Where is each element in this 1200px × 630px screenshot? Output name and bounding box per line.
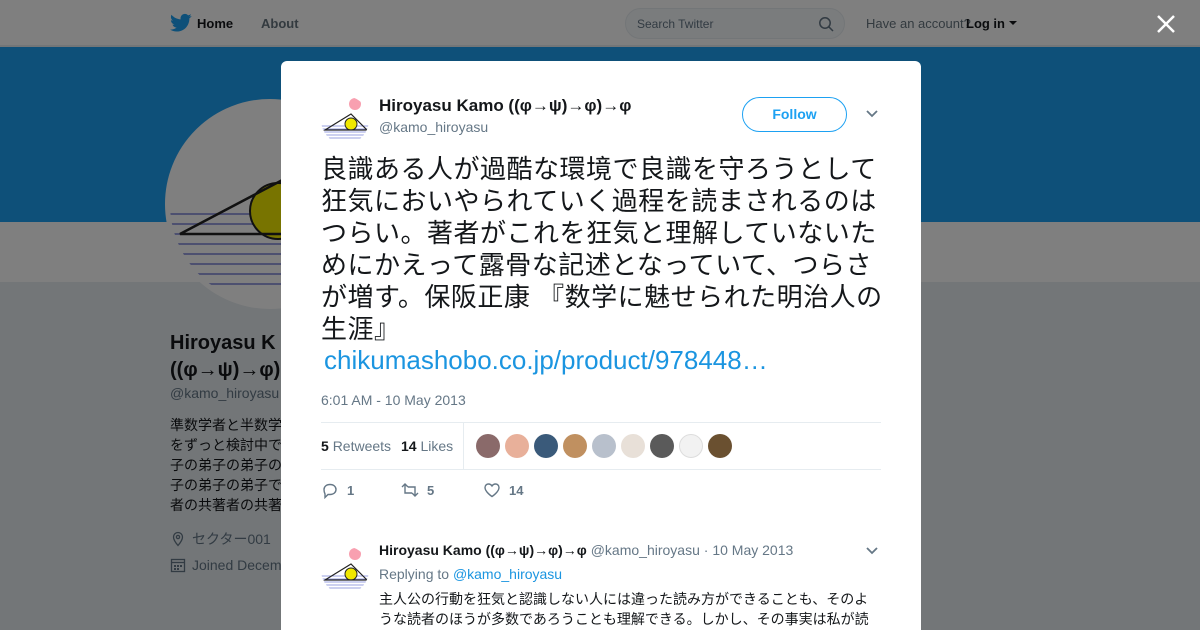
chevron-down-icon[interactable] bbox=[865, 546, 879, 556]
reply-date[interactable]: 10 May 2013 bbox=[712, 542, 793, 558]
author-name[interactable]: Hiroyasu Kamo ((φ→ψ)→φ)→φ bbox=[379, 96, 631, 116]
reply-icon bbox=[323, 483, 337, 499]
author-handle[interactable]: @kamo_hiroyasu bbox=[379, 119, 488, 135]
liker-avatar[interactable] bbox=[650, 434, 674, 458]
close-icon[interactable] bbox=[1155, 13, 1177, 35]
likers-avatars bbox=[476, 434, 732, 458]
follow-button[interactable]: Follow bbox=[742, 97, 847, 132]
stats-divider bbox=[463, 423, 464, 470]
like-button[interactable]: 14 bbox=[483, 481, 523, 499]
tweet-stats: 5 Retweets 14 Likes bbox=[321, 422, 881, 470]
tweet-text: 良識ある人が過酷な環境で良識を守ろうとして狂気においやられていく過程を読まされる… bbox=[321, 154, 883, 344]
liker-avatar[interactable] bbox=[505, 434, 529, 458]
heart-icon bbox=[484, 483, 500, 498]
liker-avatar[interactable] bbox=[708, 434, 732, 458]
replying-to: Replying to @kamo_hiroyasu bbox=[379, 566, 563, 582]
liker-avatar[interactable] bbox=[534, 434, 558, 458]
author-avatar[interactable] bbox=[321, 96, 369, 144]
liker-avatar[interactable] bbox=[679, 434, 703, 458]
reply-author-name[interactable]: Hiroyasu Kamo ((φ→ψ)→φ)→φ bbox=[379, 542, 587, 558]
retweet-button[interactable]: 5 bbox=[401, 481, 434, 499]
retweet-icon bbox=[401, 483, 419, 497]
liker-avatar[interactable] bbox=[476, 434, 500, 458]
reply-author-avatar[interactable] bbox=[321, 546, 369, 594]
reply-author-handle[interactable]: @kamo_hiroyasu bbox=[591, 542, 700, 558]
replying-to-link[interactable]: @kamo_hiroyasu bbox=[453, 566, 562, 582]
tweet-link[interactable]: chikumashobo.co.jp/product/978448… bbox=[324, 345, 768, 376]
reply-button[interactable]: 1 bbox=[321, 481, 354, 499]
liker-avatar[interactable] bbox=[563, 434, 587, 458]
reply-text: 主人公の行動を狂気と認識しない人には違った読み方ができることも、そのような読者の… bbox=[379, 591, 869, 627]
likes-stat[interactable]: 14 Likes bbox=[401, 438, 453, 454]
liker-avatar[interactable] bbox=[621, 434, 645, 458]
liker-avatar[interactable] bbox=[592, 434, 616, 458]
chevron-down-icon[interactable] bbox=[865, 109, 879, 119]
tweet-modal: Hiroyasu Kamo ((φ→ψ)→φ)→φ @kamo_hiroyasu… bbox=[281, 61, 921, 630]
tweet-timestamp[interactable]: 6:01 AM - 10 May 2013 bbox=[321, 392, 466, 408]
reply-header: Hiroyasu Kamo ((φ→ψ)→φ)→φ @kamo_hiroyasu… bbox=[379, 542, 794, 558]
retweets-stat[interactable]: 5 Retweets bbox=[321, 438, 391, 454]
